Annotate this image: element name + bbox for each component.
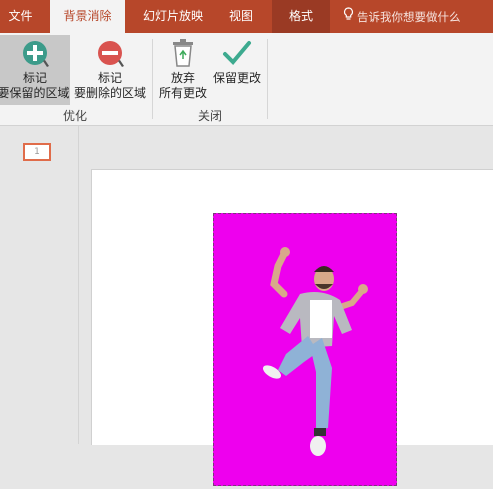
slide-workspace bbox=[79, 126, 493, 486]
group-separator bbox=[152, 39, 153, 119]
tab-background-removal[interactable]: 背景消除 bbox=[50, 0, 125, 33]
plus-circle-icon bbox=[0, 35, 70, 71]
mark-remove-label-2: 要删除的区域 bbox=[73, 86, 146, 100]
slide-number: 1 bbox=[34, 147, 40, 157]
mark-areas-to-keep-button[interactable]: 标记 要保留的区域 bbox=[0, 35, 70, 105]
tab-file[interactable]: 文件 bbox=[0, 0, 41, 33]
mark-keep-label-2: 要保留的区域 bbox=[0, 86, 70, 100]
close-group-label: 关闭 bbox=[197, 109, 222, 123]
tab-format[interactable]: 格式 bbox=[272, 0, 330, 33]
group-separator bbox=[267, 39, 268, 119]
tab-slideshow[interactable]: 幻灯片放映 bbox=[133, 0, 213, 33]
ribbon: 标记 要保留的区域 标记 要删除的区域 优化 放弃 所有更改 保留更改 关闭 bbox=[0, 33, 493, 126]
discard-label-1: 放弃 bbox=[170, 71, 195, 85]
tell-me-text: 告诉我你想要做什么 bbox=[357, 10, 461, 24]
discard-label-2: 所有更改 bbox=[158, 86, 207, 100]
discard-all-changes-button[interactable]: 放弃 所有更改 bbox=[156, 35, 210, 105]
tell-me-search[interactable]: 告诉我你想要做什么 bbox=[343, 0, 461, 33]
background-removal-photo[interactable] bbox=[213, 213, 397, 486]
mark-areas-to-remove-button[interactable]: 标记 要删除的区域 bbox=[72, 35, 148, 105]
slide-thumbnail[interactable]: 1 bbox=[23, 143, 51, 161]
slide-canvas[interactable] bbox=[91, 169, 493, 486]
mark-keep-label-1: 标记 bbox=[22, 71, 47, 85]
slide-thumbnail-pane: 1 bbox=[0, 126, 79, 444]
mark-remove-label-1: 标记 bbox=[97, 71, 122, 85]
recycle-bin-icon bbox=[156, 35, 210, 71]
minus-circle-icon bbox=[72, 35, 148, 71]
keep-changes-label: 保留更改 bbox=[212, 71, 261, 85]
lightbulb-icon bbox=[343, 0, 354, 35]
jumping-man-figure bbox=[262, 247, 368, 456]
refine-group-label: 优化 bbox=[62, 109, 87, 123]
keep-changes-button[interactable]: 保留更改 bbox=[210, 35, 264, 105]
ribbon-tab-bar: 文件 背景消除 幻灯片放映 视图 格式 告诉我你想要做什么 bbox=[0, 0, 493, 33]
tab-view[interactable]: 视图 bbox=[220, 0, 262, 33]
checkmark-icon bbox=[210, 35, 264, 71]
